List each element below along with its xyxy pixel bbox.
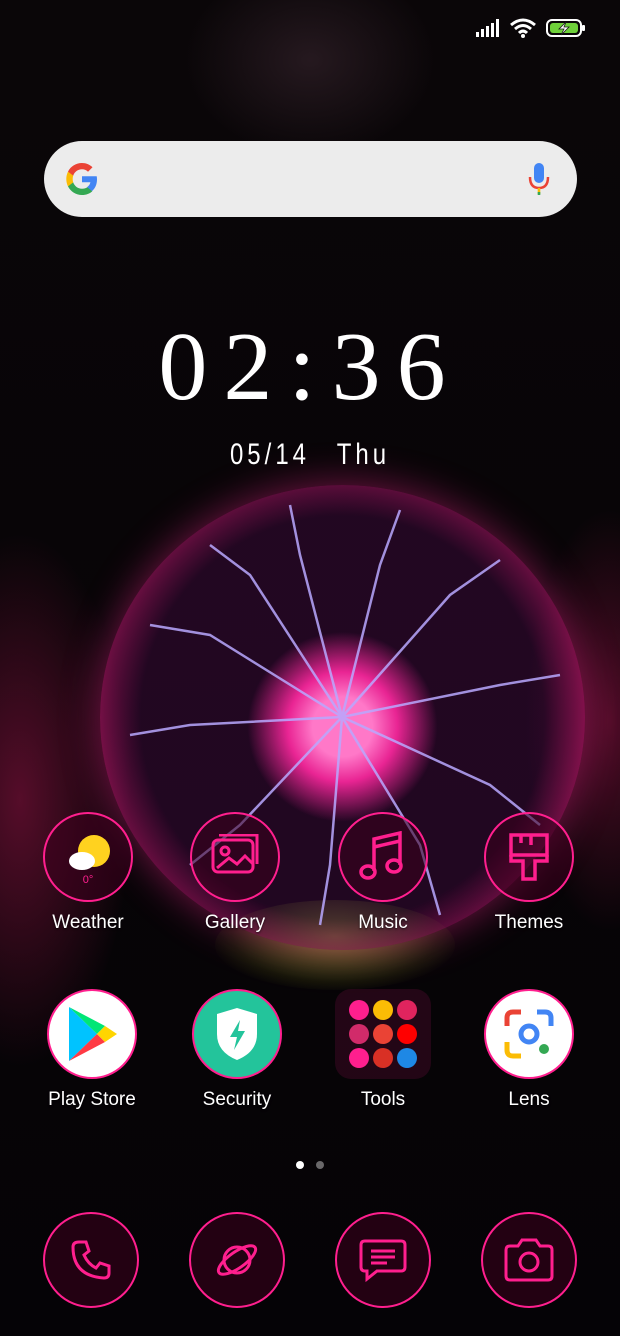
page-indicator	[0, 1161, 620, 1169]
date-value: 05/14	[229, 438, 311, 471]
app-label: Music	[358, 912, 408, 933]
paintbrush-icon	[484, 812, 574, 902]
app-label: Security	[202, 1089, 272, 1110]
google-g-icon	[66, 163, 97, 195]
phone-icon	[43, 1212, 139, 1308]
camera-icon	[481, 1212, 577, 1308]
clock-date[interactable]: 05/14 Thu	[62, 438, 558, 472]
app-music[interactable]: Music	[313, 812, 453, 934]
app-label: Themes	[494, 912, 564, 933]
planet-icon	[189, 1212, 285, 1308]
weather-icon: 0°	[43, 812, 133, 902]
battery-charging-icon	[546, 19, 585, 37]
app-label: Play Store	[48, 1089, 136, 1110]
google-lens-icon	[484, 989, 574, 1079]
message-icon	[335, 1212, 431, 1308]
play-store-icon	[47, 989, 137, 1079]
page-dot-active[interactable]	[296, 1161, 304, 1169]
dock-browser[interactable]	[167, 1212, 307, 1308]
app-label: Gallery	[204, 912, 266, 933]
app-label: Weather	[52, 912, 124, 933]
gallery-icon	[190, 812, 280, 902]
signal-icon	[476, 19, 499, 37]
weekday: Thu	[336, 438, 391, 471]
page-dot[interactable]	[316, 1161, 324, 1169]
app-gallery[interactable]: Gallery	[165, 812, 305, 934]
microphone-icon[interactable]	[527, 162, 551, 196]
dock-messages[interactable]	[313, 1212, 453, 1308]
status-bar	[476, 14, 586, 42]
security-shield-icon	[192, 989, 282, 1079]
music-note-icon	[338, 812, 428, 902]
folder-tools[interactable]: Tools	[313, 989, 453, 1111]
dock-phone[interactable]	[21, 1212, 161, 1308]
dock-camera[interactable]	[459, 1212, 599, 1308]
app-label: Lens	[508, 1089, 550, 1110]
clock-time[interactable]: 02:36	[0, 318, 620, 416]
app-security[interactable]: Security	[167, 989, 307, 1111]
app-label: Tools	[360, 1089, 406, 1110]
app-themes[interactable]: Themes	[459, 812, 599, 934]
folder-icon	[335, 989, 431, 1079]
app-lens[interactable]: Lens	[459, 989, 599, 1111]
app-weather[interactable]: 0° Weather	[18, 812, 158, 934]
app-play-store[interactable]: Play Store	[22, 989, 162, 1111]
weather-temp: 0°	[83, 874, 94, 886]
google-search-bar[interactable]	[44, 141, 577, 217]
wifi-icon	[510, 18, 536, 38]
